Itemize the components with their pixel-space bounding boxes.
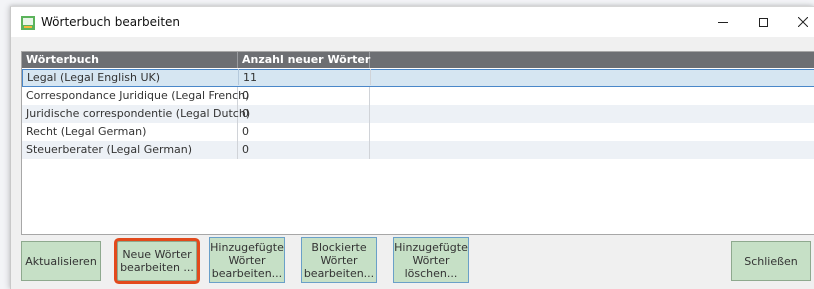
edit-new-words-label: Neue Wörter bearbeiten ...: [120, 248, 194, 274]
close-button-label: Schließen: [744, 254, 798, 268]
refresh-button[interactable]: Aktualisieren: [21, 241, 101, 281]
delete-added-words-button[interactable]: Hinzugefügte Wörter löschen...: [393, 237, 469, 283]
edit-blocked-words-button[interactable]: Blockierte Wörter bearbeiten...: [301, 237, 377, 283]
table-row[interactable]: Correspondance Juridique (Legal French) …: [22, 87, 814, 105]
table-row[interactable]: Juridische correspondentie (Legal Dutch)…: [22, 105, 814, 123]
label-line: bearbeiten ...: [120, 261, 194, 274]
dictionary-name: Correspondance Juridique (Legal French): [22, 87, 249, 105]
label-line: Hinzugefügte: [394, 240, 468, 254]
maximize-icon: [758, 17, 768, 27]
dictionary-name: Legal (Legal English UK): [23, 69, 239, 85]
edit-added-words-button[interactable]: Hinzugefügte Wörter bearbeiten...: [209, 237, 285, 283]
column-header-dictionary[interactable]: Wörterbuch: [22, 52, 238, 68]
delete-added-words-label: Hinzugefügte Wörter löschen...: [394, 241, 468, 280]
close-icon: [798, 17, 808, 27]
dictionary-table[interactable]: Wörterbuch Anzahl neuer Wörter Legal (Le…: [21, 51, 814, 235]
table-row[interactable]: Steuerberater (Legal German) 0: [22, 141, 814, 159]
dictionary-app-icon: [21, 16, 35, 30]
maximize-button[interactable]: [743, 7, 783, 37]
dictionary-name: Juridische correspondentie (Legal Dutch): [22, 105, 250, 123]
label-line: Hinzugefügte: [210, 240, 284, 254]
minimize-icon: [718, 21, 728, 23]
refresh-button-label: Aktualisieren: [25, 254, 97, 268]
label-line: bearbeiten...: [211, 266, 283, 280]
window-title: Wörterbuch bearbeiten: [41, 15, 181, 29]
table-header: Wörterbuch Anzahl neuer Wörter: [22, 52, 814, 68]
close-button[interactable]: Schließen: [731, 241, 811, 281]
label-line: Blockierte: [311, 240, 367, 254]
label-line: Wörter: [320, 253, 358, 267]
label-line: Neue Wörter: [122, 248, 192, 261]
table-row[interactable]: Recht (Legal German) 0: [22, 123, 814, 141]
close-window-button[interactable]: [783, 7, 814, 37]
new-word-count: 11: [239, 69, 371, 85]
dictionary-name: Steuerberater (Legal German): [22, 141, 238, 159]
new-word-count: 0: [238, 141, 370, 159]
table-row[interactable]: Legal (Legal English UK) 11: [22, 69, 814, 87]
button-bar: Aktualisieren Neue Wörter bearbeiten ...…: [11, 235, 814, 289]
dictionary-name: Recht (Legal German): [22, 123, 238, 141]
dialog-client-area: Wörterbuch Anzahl neuer Wörter Legal (Le…: [11, 37, 814, 289]
label-line: bearbeiten...: [303, 266, 375, 280]
edit-added-words-label: Hinzugefügte Wörter bearbeiten...: [210, 241, 284, 280]
table-body: Legal (Legal English UK) 11 Correspondan…: [22, 69, 814, 159]
title-bar[interactable]: Wörterbuch bearbeiten: [11, 7, 814, 37]
new-word-count: 0: [238, 123, 370, 141]
edit-new-words-button[interactable]: Neue Wörter bearbeiten ...: [117, 241, 197, 281]
edit-blocked-words-label: Blockierte Wörter bearbeiten...: [304, 241, 374, 280]
new-word-count: 0: [238, 87, 370, 105]
column-header-new-word-count[interactable]: Anzahl neuer Wörter: [238, 52, 370, 68]
new-word-count: 0: [238, 105, 370, 123]
label-line: löschen...: [404, 266, 458, 280]
label-line: Wörter: [228, 253, 266, 267]
minimize-button[interactable]: [703, 7, 743, 37]
label-line: Wörter: [412, 253, 450, 267]
dialog-window: Wörterbuch bearbeiten Wörterbuch Anzahl …: [10, 6, 814, 289]
